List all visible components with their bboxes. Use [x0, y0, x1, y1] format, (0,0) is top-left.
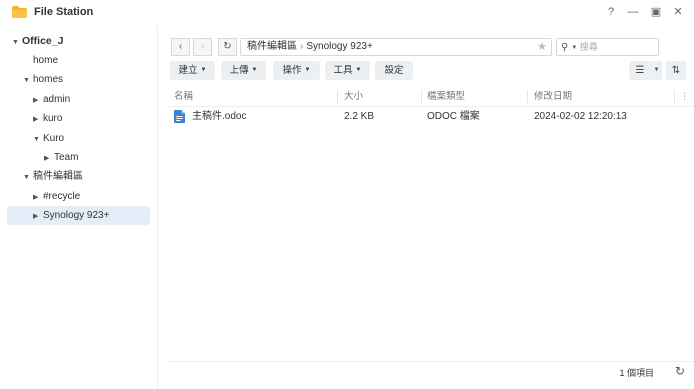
- search-input[interactable]: ⚲ ▼ 搜尋: [556, 38, 659, 56]
- app-title: File Station: [34, 6, 94, 18]
- document-file-icon: [174, 110, 185, 123]
- help-button[interactable]: ?: [603, 4, 619, 20]
- forward-button[interactable]: ›: [193, 38, 212, 56]
- status-bar: 1 個項目 ↻: [168, 361, 694, 381]
- file-modified: 2024-02-02 12:20:13: [534, 111, 627, 122]
- back-button[interactable]: ‹: [171, 38, 190, 56]
- path-segment[interactable]: Synology 923+: [306, 41, 372, 52]
- caret-down-icon: ▼: [653, 67, 660, 73]
- main-panel: ‹ › ↻ 稿件編輯區 › Synology 923+ ★ ⚲ ▼ 搜尋 建立 ▼ 上傳…: [159, 26, 694, 389]
- upload-button[interactable]: 上傳 ▼: [221, 61, 266, 80]
- caret-down-icon[interactable]: ▼: [33, 130, 43, 149]
- upload-label: 上傳: [229, 65, 249, 77]
- file-type: ODOC 檔案: [427, 111, 480, 122]
- column-type[interactable]: 檔案類型: [427, 87, 465, 107]
- tree-item-label: Synology 923+: [43, 210, 110, 221]
- create-button[interactable]: 建立 ▼: [170, 61, 215, 80]
- refresh-icon[interactable]: ↻: [675, 364, 685, 378]
- settings-button[interactable]: 設定: [375, 61, 413, 80]
- tree-item-team[interactable]: ▶ Team: [44, 148, 78, 167]
- create-label: 建立: [178, 65, 198, 77]
- maximize-button[interactable]: ▣: [648, 4, 664, 20]
- chevron-right-icon: ›: [300, 41, 304, 52]
- search-placeholder: 搜尋: [579, 42, 598, 52]
- minimize-button[interactable]: —: [625, 4, 641, 20]
- caret-down-icon: ▼: [304, 67, 311, 73]
- tree-item-label: admin: [43, 94, 71, 105]
- table-row[interactable]: 主稿件.odoc 2.2 KB ODOC 檔案 2024-02-02 12:20…: [168, 107, 694, 127]
- column-divider[interactable]: [337, 90, 338, 104]
- column-divider[interactable]: [674, 90, 675, 104]
- caret-right-icon[interactable]: ▶: [33, 110, 43, 129]
- caret-down-icon: ▼: [251, 67, 258, 73]
- sort-button[interactable]: ⇅: [666, 61, 686, 80]
- caret-down-icon[interactable]: ▼: [571, 45, 577, 51]
- column-name[interactable]: 名稱: [174, 87, 193, 107]
- tree-item-kuro-folder[interactable]: ▼ Kuro: [33, 129, 64, 148]
- column-menu-icon[interactable]: ⋮: [680, 87, 690, 107]
- tree-item-admin[interactable]: ▶ admin: [33, 90, 70, 109]
- file-list-header: 名稱 大小 檔案類型 修改日期 ⋮: [168, 87, 694, 107]
- refresh-icon: ↻: [223, 41, 232, 52]
- tree-item-kuro[interactable]: ▶ kuro: [33, 109, 62, 128]
- tree-item-label: Office_J: [22, 35, 64, 47]
- action-label: 操作: [282, 65, 302, 77]
- sidebar-tree: ▼ Office_J home ▼ homes ▶ admin ▶ kuro ▼ Kuro…: [0, 26, 158, 389]
- tree-item-recycle[interactable]: ▶ #recycle: [33, 187, 80, 206]
- file-size: 2.2 KB: [344, 111, 375, 122]
- search-icon[interactable]: ⚲: [561, 42, 568, 53]
- column-divider[interactable]: [421, 90, 422, 104]
- tree-item-label: #recycle: [43, 191, 81, 202]
- path-bar[interactable]: 稿件編輯區 › Synology 923+ ★: [240, 38, 552, 56]
- close-button[interactable]: ✕: [670, 4, 686, 20]
- file-name: 主稿件.odoc: [192, 111, 247, 122]
- refresh-path-button[interactable]: ↻: [218, 38, 237, 56]
- action-button[interactable]: 操作 ▼: [273, 61, 320, 80]
- tree-item-label: home: [33, 55, 59, 66]
- file-station-icon: [12, 6, 27, 18]
- title-bar: File Station ? — ▣ ✕: [0, 0, 694, 26]
- tree-item-home[interactable]: home: [33, 51, 58, 70]
- item-count: 1 個項目: [619, 368, 654, 378]
- tree-item-label: homes: [33, 74, 64, 85]
- tree-item-homes[interactable]: ▼ homes: [23, 70, 63, 89]
- chevron-right-icon: ›: [200, 41, 205, 52]
- settings-label: 設定: [384, 65, 404, 76]
- caret-right-icon[interactable]: ▶: [44, 149, 54, 168]
- caret-right-icon[interactable]: ▶: [33, 91, 43, 110]
- column-modified[interactable]: 修改日期: [534, 87, 572, 107]
- caret-right-icon[interactable]: ▶: [33, 188, 43, 207]
- path-segment[interactable]: 稿件編輯區: [247, 41, 297, 52]
- tree-item-synology-923[interactable]: ▶ Synology 923+: [33, 206, 109, 225]
- column-size[interactable]: 大小: [344, 87, 363, 107]
- chevron-left-icon: ‹: [178, 41, 183, 52]
- tree-item-label: Kuro: [43, 133, 65, 144]
- column-divider[interactable]: [527, 90, 528, 104]
- tools-button[interactable]: 工具 ▼: [325, 61, 370, 80]
- sort-icon: ⇅: [671, 65, 681, 76]
- tree-item-label: 稿件編輯區: [33, 171, 83, 182]
- star-icon[interactable]: ★: [537, 39, 547, 55]
- caret-down-icon[interactable]: ▼: [23, 71, 33, 90]
- caret-down-icon: ▼: [200, 67, 207, 73]
- list-view-icon: ☰: [635, 65, 645, 76]
- tree-item-label: Team: [54, 152, 79, 163]
- tree-item-label: kuro: [43, 113, 63, 124]
- tree-item-manuscript-area[interactable]: ▼ 稿件編輯區: [23, 167, 83, 186]
- caret-down-icon: ▼: [355, 67, 362, 73]
- list-view-button[interactable]: ☰: [629, 61, 651, 80]
- caret-right-icon[interactable]: ▶: [33, 207, 43, 226]
- view-dropdown-button[interactable]: ▼: [651, 61, 662, 80]
- caret-down-icon[interactable]: ▼: [12, 33, 22, 52]
- tools-label: 工具: [333, 65, 353, 77]
- tree-item-office-j[interactable]: ▼ Office_J: [12, 32, 63, 51]
- caret-down-icon[interactable]: ▼: [23, 168, 33, 187]
